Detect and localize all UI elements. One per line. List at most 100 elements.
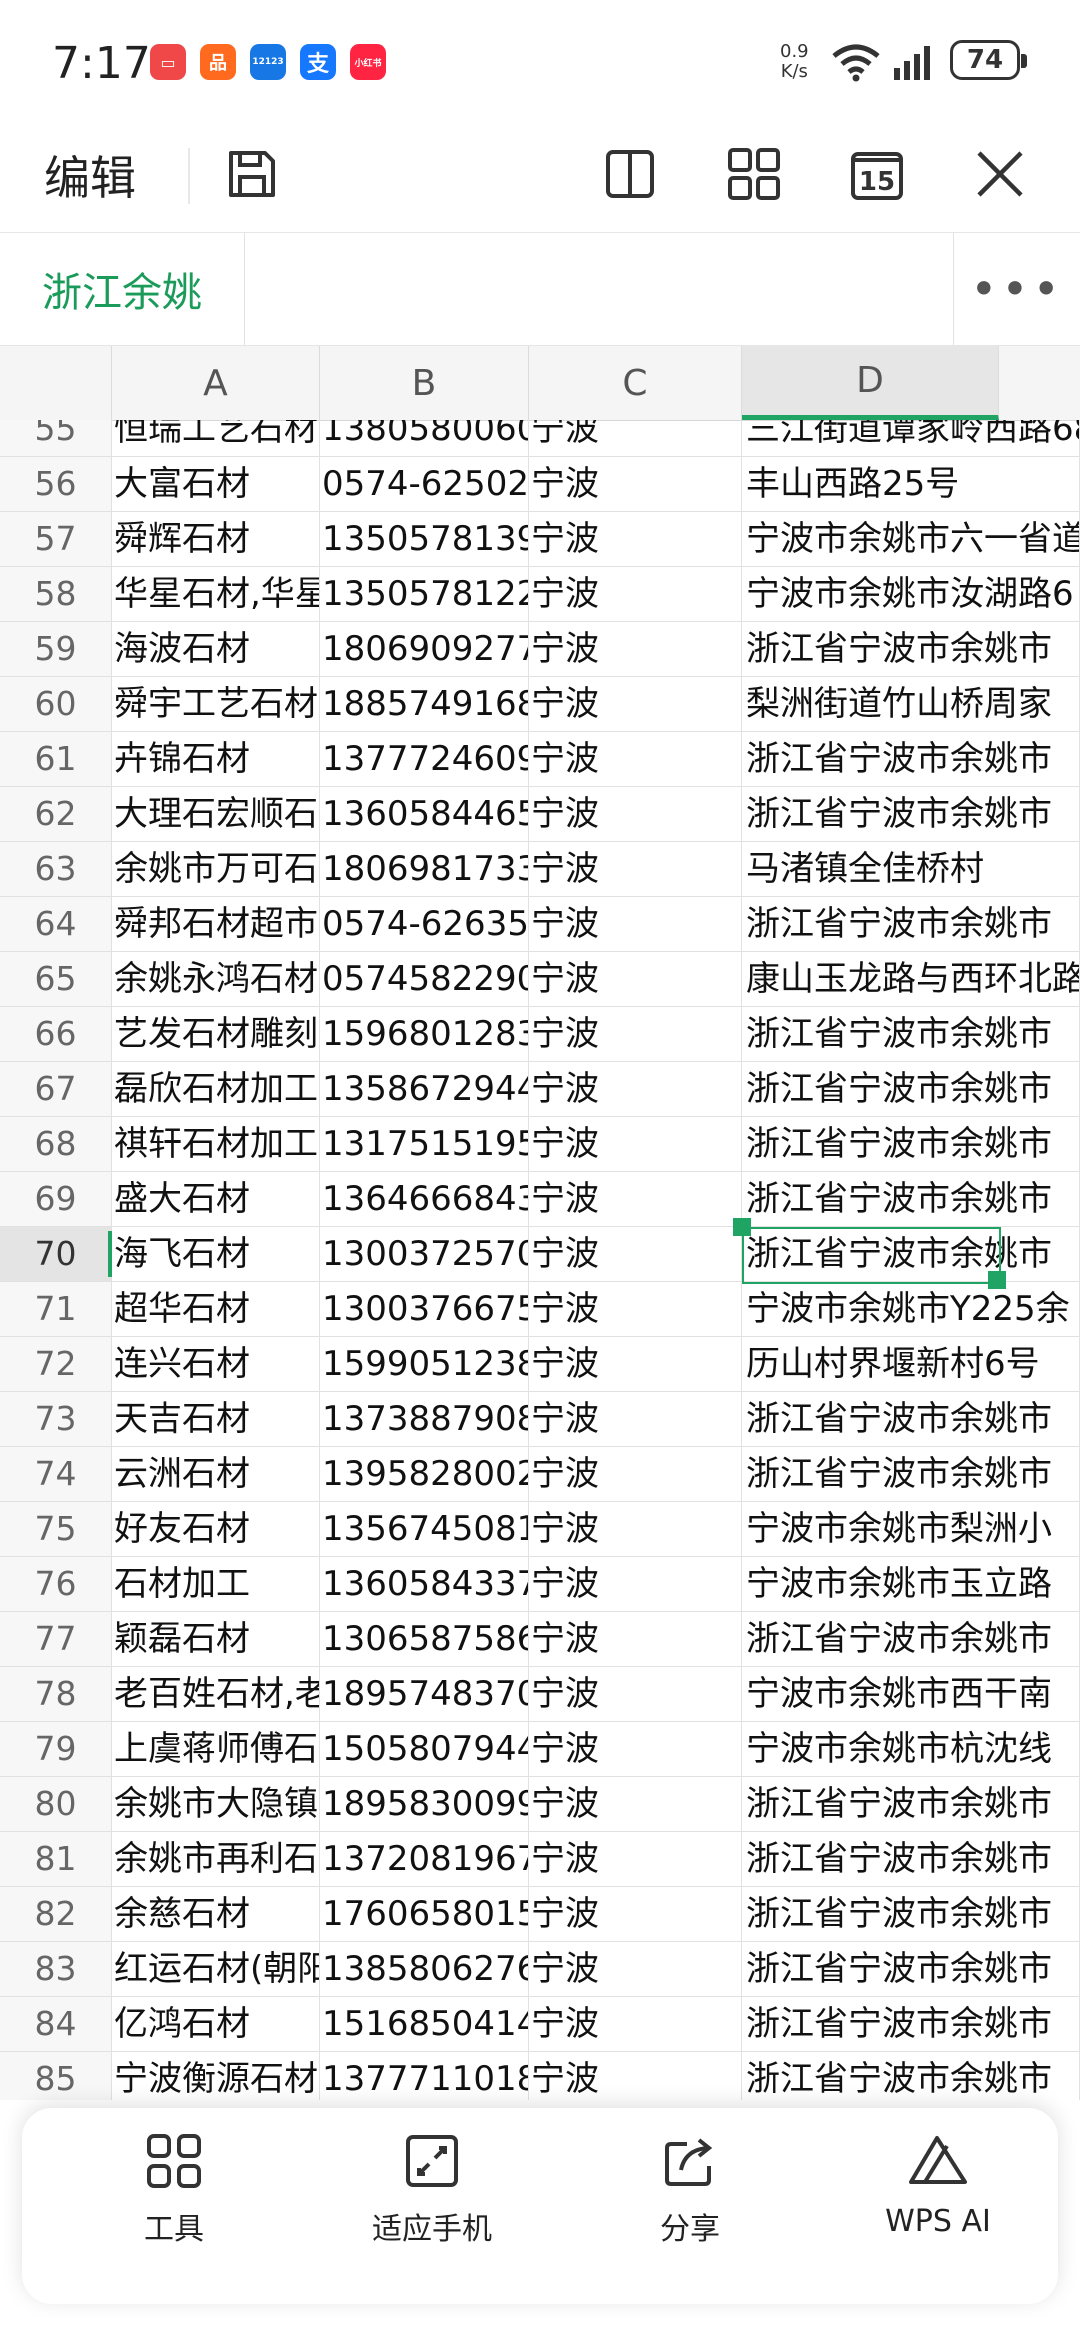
cell-e[interactable] bbox=[999, 1887, 1080, 1941]
cell-c[interactable]: 宁波 bbox=[529, 677, 742, 731]
cell-b[interactable]: 13505781220 bbox=[320, 567, 529, 621]
cell-e[interactable] bbox=[999, 1832, 1080, 1886]
cell-c[interactable]: 宁波 bbox=[529, 512, 742, 566]
cell-b[interactable]: 18857491680 bbox=[320, 677, 529, 731]
spreadsheet-grid[interactable]: 55恒瑞工艺石材13805800600宁波三江街道谭家岭西路68856大富石材0… bbox=[0, 420, 1080, 2100]
calendar-icon[interactable]: 15 bbox=[845, 142, 909, 206]
cell-b[interactable]: 13777246090 bbox=[320, 732, 529, 786]
cell-b[interactable]: 13805800600 bbox=[320, 420, 529, 456]
cell-e[interactable] bbox=[999, 1062, 1080, 1116]
row-number[interactable]: 64 bbox=[0, 897, 112, 951]
row-number[interactable]: 79 bbox=[0, 1722, 112, 1776]
cell-e[interactable] bbox=[999, 1282, 1080, 1336]
cell-a[interactable]: 盛大石材 bbox=[112, 1172, 320, 1226]
cell-b[interactable]: 13003766750 bbox=[320, 1282, 529, 1336]
cell-b[interactable]: 15968012830 bbox=[320, 1007, 529, 1061]
cell-e[interactable] bbox=[999, 1612, 1080, 1666]
cell-a[interactable]: 颖磊石材 bbox=[112, 1612, 320, 1666]
cell-e[interactable] bbox=[999, 1392, 1080, 1446]
cell-a[interactable]: 余慈石材 bbox=[112, 1887, 320, 1941]
row-number[interactable]: 59 bbox=[0, 622, 112, 676]
cell-a[interactable]: 磊欣石材加工 bbox=[112, 1062, 320, 1116]
cell-e[interactable] bbox=[999, 1722, 1080, 1776]
cell-b[interactable]: 1356745081 bbox=[320, 1502, 529, 1556]
row-number[interactable]: 82 bbox=[0, 1887, 112, 1941]
cell-c[interactable]: 宁波 bbox=[529, 787, 742, 841]
cell-c[interactable]: 宁波 bbox=[529, 1612, 742, 1666]
cell-b[interactable]: 1760658015 bbox=[320, 1887, 529, 1941]
cell-c[interactable]: 宁波 bbox=[529, 1667, 742, 1721]
cell-b[interactable]: 13858062760 bbox=[320, 1942, 529, 1996]
cell-c[interactable]: 宁波 bbox=[529, 1392, 742, 1446]
row-number[interactable]: 80 bbox=[0, 1777, 112, 1831]
row-number[interactable]: 67 bbox=[0, 1062, 112, 1116]
cell-c[interactable]: 宁波 bbox=[529, 897, 742, 951]
cell-c[interactable]: 宁波 bbox=[529, 1117, 742, 1171]
cell-a[interactable]: 恒瑞工艺石材 bbox=[112, 420, 320, 456]
save-icon[interactable] bbox=[220, 142, 284, 206]
selection-handle-start[interactable] bbox=[733, 1218, 751, 1236]
cell-c[interactable]: 宁波 bbox=[529, 1887, 742, 1941]
cell-a[interactable]: 海波石材 bbox=[112, 622, 320, 676]
row-number[interactable]: 75 bbox=[0, 1502, 112, 1556]
cell-a[interactable]: 卉锦石材 bbox=[112, 732, 320, 786]
cell-a[interactable]: 亿鸿石材 bbox=[112, 1997, 320, 2051]
cell-a[interactable]: 余姚市再利石 bbox=[112, 1832, 320, 1886]
cell-c[interactable]: 宁波 bbox=[529, 1337, 742, 1391]
cell-b[interactable]: 1373887908 bbox=[320, 1392, 529, 1446]
split-view-icon[interactable] bbox=[598, 142, 662, 206]
cell-e[interactable] bbox=[999, 1172, 1080, 1226]
cell-b[interactable]: 1360584337 bbox=[320, 1557, 529, 1611]
cell-e[interactable] bbox=[999, 457, 1080, 511]
row-number[interactable]: 77 bbox=[0, 1612, 112, 1666]
share-button[interactable]: 分享 bbox=[590, 2132, 790, 2282]
cell-c[interactable]: 宁波 bbox=[529, 1062, 742, 1116]
tools-button[interactable]: 工具 bbox=[74, 2132, 274, 2282]
column-header-e[interactable] bbox=[999, 346, 1080, 420]
cell-c[interactable]: 宁波 bbox=[529, 1227, 742, 1281]
column-header-d[interactable]: D bbox=[742, 346, 999, 420]
column-header-a[interactable]: A bbox=[112, 346, 320, 420]
cell-a[interactable]: 老百姓石材,老 bbox=[112, 1667, 320, 1721]
cell-b[interactable]: 0574-62502 bbox=[320, 457, 529, 511]
cell-e[interactable] bbox=[999, 1942, 1080, 1996]
cell-c[interactable]: 宁波 bbox=[529, 1997, 742, 2051]
cell-a[interactable]: 天吉石材 bbox=[112, 1392, 320, 1446]
row-number[interactable]: 78 bbox=[0, 1667, 112, 1721]
row-number[interactable]: 84 bbox=[0, 1997, 112, 2051]
row-number[interactable]: 72 bbox=[0, 1337, 112, 1391]
cell-e[interactable] bbox=[999, 1447, 1080, 1501]
cell-e[interactable] bbox=[999, 842, 1080, 896]
cell-a[interactable]: 红运石材(朝阳 bbox=[112, 1942, 320, 1996]
cell-e[interactable] bbox=[999, 1502, 1080, 1556]
cell-b[interactable]: 0574-62635 bbox=[320, 897, 529, 951]
row-number[interactable]: 70 bbox=[0, 1227, 112, 1281]
cell-a[interactable]: 石材加工 bbox=[112, 1557, 320, 1611]
row-number[interactable]: 61 bbox=[0, 732, 112, 786]
cell-c[interactable]: 宁波 bbox=[529, 1777, 742, 1831]
cell-e[interactable] bbox=[999, 1777, 1080, 1831]
row-number[interactable]: 65 bbox=[0, 952, 112, 1006]
cell-e[interactable] bbox=[999, 420, 1080, 456]
cell-c[interactable]: 宁波 bbox=[529, 1282, 742, 1336]
cell-a[interactable]: 余姚市大隐镇 bbox=[112, 1777, 320, 1831]
cell-c[interactable]: 宁波 bbox=[529, 567, 742, 621]
row-number[interactable]: 81 bbox=[0, 1832, 112, 1886]
cell-e[interactable] bbox=[999, 1117, 1080, 1171]
cell-e[interactable] bbox=[999, 1997, 1080, 2051]
cell-b[interactable]: 13003725700 bbox=[320, 1227, 529, 1281]
cell-e[interactable] bbox=[999, 512, 1080, 566]
wps-ai-button[interactable]: WPS AI bbox=[828, 2132, 1048, 2282]
cell-c[interactable]: 宁波 bbox=[529, 1722, 742, 1776]
cell-b[interactable]: 1358672944 bbox=[320, 1062, 529, 1116]
cell-e[interactable] bbox=[999, 952, 1080, 1006]
cell-a[interactable]: 祺轩石材加工 bbox=[112, 1117, 320, 1171]
row-number[interactable]: 57 bbox=[0, 512, 112, 566]
row-number[interactable]: 85 bbox=[0, 2052, 112, 2100]
cell-b[interactable]: 1395828002 bbox=[320, 1447, 529, 1501]
cell-a[interactable]: 大理石宏顺石 bbox=[112, 787, 320, 841]
cell-e[interactable] bbox=[999, 2052, 1080, 2100]
edit-button[interactable]: 编辑 bbox=[44, 142, 136, 208]
row-number[interactable]: 55 bbox=[0, 420, 112, 456]
cell-c[interactable]: 宁波 bbox=[529, 1832, 742, 1886]
